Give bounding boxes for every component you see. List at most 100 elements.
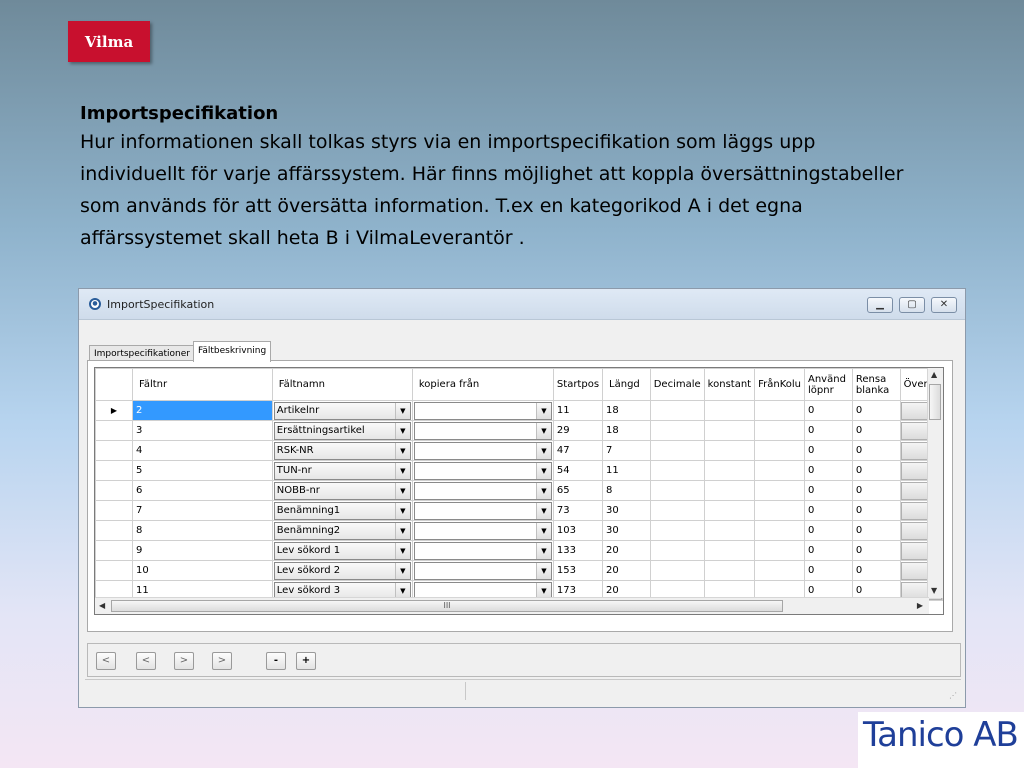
langd-cell[interactable]: 11	[602, 460, 651, 481]
konstant-cell[interactable]	[703, 500, 756, 521]
table-row[interactable]: 9 Lev sökord 1 ▼ ▼ 133 20 0 0	[95, 540, 943, 561]
langd-cell[interactable]: 18	[602, 400, 651, 421]
dropdown-arrow-icon[interactable]: ▼	[394, 522, 410, 539]
table-row[interactable]: ▶ 2 Artikelnr ▼ ▼ 11 18 0 0	[95, 400, 943, 421]
dropdown-arrow-icon[interactable]: ▼	[394, 562, 410, 579]
rensa-blanka-cell[interactable]: 0	[851, 400, 901, 421]
faltnamn-dropdown[interactable]: Ersättningsartikel ▼	[273, 421, 411, 440]
frankolumn-cell[interactable]	[754, 400, 805, 421]
langd-cell[interactable]: 7	[602, 440, 651, 461]
startpos-cell[interactable]: 29	[552, 420, 604, 441]
konstant-cell[interactable]	[703, 460, 756, 481]
col-header[interactable]: Längd	[602, 368, 651, 401]
kopiera-dropdown[interactable]: ▼	[413, 561, 552, 580]
konstant-cell[interactable]	[703, 540, 756, 561]
langd-cell[interactable]: 20	[602, 540, 651, 561]
anvand-lopnr-cell[interactable]: 0	[804, 560, 853, 581]
langd-cell[interactable]: 30	[602, 520, 651, 541]
kopiera-dropdown[interactable]: ▼	[413, 421, 552, 440]
faltnamn-dropdown[interactable]: Benämning1 ▼	[273, 501, 411, 520]
field-grid[interactable]: Fältnr Fältnamn kopiera från Startpos Lä…	[94, 367, 944, 615]
faltnamn-cell[interactable]: NOBB-nr ▼	[271, 480, 413, 501]
faltnr-cell[interactable]: 3	[132, 420, 273, 441]
decimaler-cell[interactable]	[649, 460, 705, 481]
dropdown-arrow-icon[interactable]: ▼	[535, 562, 551, 579]
row-header[interactable]	[95, 520, 133, 541]
faltnr-cell[interactable]: 9	[132, 540, 273, 561]
dropdown-arrow-icon[interactable]: ▼	[394, 542, 410, 559]
decimaler-cell[interactable]	[649, 400, 705, 421]
faltnr-cell[interactable]: 7	[132, 500, 273, 521]
anvand-lopnr-cell[interactable]: 0	[804, 540, 853, 561]
frankolumn-cell[interactable]	[754, 560, 805, 581]
previous-record-button[interactable]: <	[136, 652, 156, 670]
close-button[interactable]: ✕	[931, 297, 957, 313]
anvand-lopnr-cell[interactable]: 0	[804, 420, 853, 441]
dropdown-arrow-icon[interactable]: ▼	[394, 482, 410, 499]
faltnr-cell[interactable]: 5	[132, 460, 273, 481]
col-header[interactable]: Fältnr	[132, 368, 273, 401]
col-header[interactable]: Rensa blanka	[851, 368, 901, 401]
startpos-cell[interactable]: 65	[552, 480, 604, 501]
next-record-button[interactable]: >	[174, 652, 194, 670]
kopiera-cell[interactable]: ▼	[411, 400, 554, 421]
dropdown-arrow-icon[interactable]: ▼	[535, 462, 551, 479]
decimaler-cell[interactable]	[649, 480, 705, 501]
kopiera-dropdown[interactable]: ▼	[413, 521, 552, 540]
kopiera-dropdown[interactable]: ▼	[413, 401, 552, 420]
faltnamn-cell[interactable]: Artikelnr ▼	[271, 400, 413, 421]
rensa-blanka-cell[interactable]: 0	[851, 440, 901, 461]
frankolumn-cell[interactable]	[754, 420, 805, 441]
faltnamn-dropdown[interactable]: Lev sökord 1 ▼	[273, 541, 411, 560]
col-header[interactable]: kopiera från	[411, 368, 554, 401]
konstant-cell[interactable]	[703, 560, 756, 581]
rensa-blanka-cell[interactable]: 0	[851, 540, 901, 561]
langd-cell[interactable]: 18	[602, 420, 651, 441]
scroll-left-icon[interactable]: ◀	[99, 601, 105, 610]
dropdown-arrow-icon[interactable]: ▼	[394, 502, 410, 519]
horizontal-scrollbar[interactable]: ◀ III ▶	[95, 597, 929, 614]
add-record-button[interactable]: +	[296, 652, 316, 670]
rensa-blanka-cell[interactable]: 0	[851, 480, 901, 501]
startpos-cell[interactable]: 47	[552, 440, 604, 461]
faltnamn-cell[interactable]: Lev sökord 1 ▼	[271, 540, 413, 561]
decimaler-cell[interactable]	[649, 540, 705, 561]
kopiera-cell[interactable]: ▼	[411, 540, 554, 561]
table-row[interactable]: 5 TUN-nr ▼ ▼ 54 11 0 0	[95, 460, 943, 481]
anvand-lopnr-cell[interactable]: 0	[804, 440, 853, 461]
rensa-blanka-cell[interactable]: 0	[851, 420, 901, 441]
kopiera-cell[interactable]: ▼	[411, 420, 554, 441]
faltnamn-dropdown[interactable]: Artikelnr ▼	[273, 401, 411, 420]
frankolumn-cell[interactable]	[754, 520, 805, 541]
decimaler-cell[interactable]	[649, 520, 705, 541]
table-row[interactable]: 10 Lev sökord 2 ▼ ▼ 153 20 0 0	[95, 560, 943, 581]
rensa-blanka-cell[interactable]: 0	[851, 560, 901, 581]
row-header[interactable]: ▶	[95, 400, 133, 421]
faltnamn-cell[interactable]: Lev sökord 2 ▼	[271, 560, 413, 581]
row-header[interactable]	[95, 440, 133, 461]
row-header[interactable]	[95, 560, 133, 581]
dropdown-arrow-icon[interactable]: ▼	[535, 442, 551, 459]
faltnamn-dropdown[interactable]: TUN-nr ▼	[273, 461, 411, 480]
kopiera-cell[interactable]: ▼	[411, 520, 554, 541]
startpos-cell[interactable]: 54	[552, 460, 604, 481]
kopiera-cell[interactable]: ▼	[411, 480, 554, 501]
rensa-blanka-cell[interactable]: 0	[851, 500, 901, 521]
kopiera-cell[interactable]: ▼	[411, 460, 554, 481]
vertical-scroll-thumb[interactable]	[929, 384, 941, 420]
faltnr-cell[interactable]: 4	[132, 440, 273, 461]
decimaler-cell[interactable]	[649, 500, 705, 521]
dropdown-arrow-icon[interactable]: ▼	[535, 482, 551, 499]
startpos-cell[interactable]: 11	[552, 400, 604, 421]
langd-cell[interactable]: 8	[602, 480, 651, 501]
minimize-button[interactable]: ▁	[867, 297, 893, 313]
dropdown-arrow-icon[interactable]: ▼	[535, 522, 551, 539]
faltnamn-dropdown[interactable]: Lev sökord 2 ▼	[273, 561, 411, 580]
horizontal-scroll-thumb[interactable]: III	[111, 600, 783, 612]
konstant-cell[interactable]	[703, 520, 756, 541]
faltnamn-cell[interactable]: Benämning2 ▼	[271, 520, 413, 541]
row-header[interactable]	[95, 500, 133, 521]
dropdown-arrow-icon[interactable]: ▼	[394, 442, 410, 459]
table-row[interactable]: 4 RSK-NR ▼ ▼ 47 7 0 0	[95, 440, 943, 461]
col-header[interactable]: FrånKolu	[754, 368, 805, 401]
